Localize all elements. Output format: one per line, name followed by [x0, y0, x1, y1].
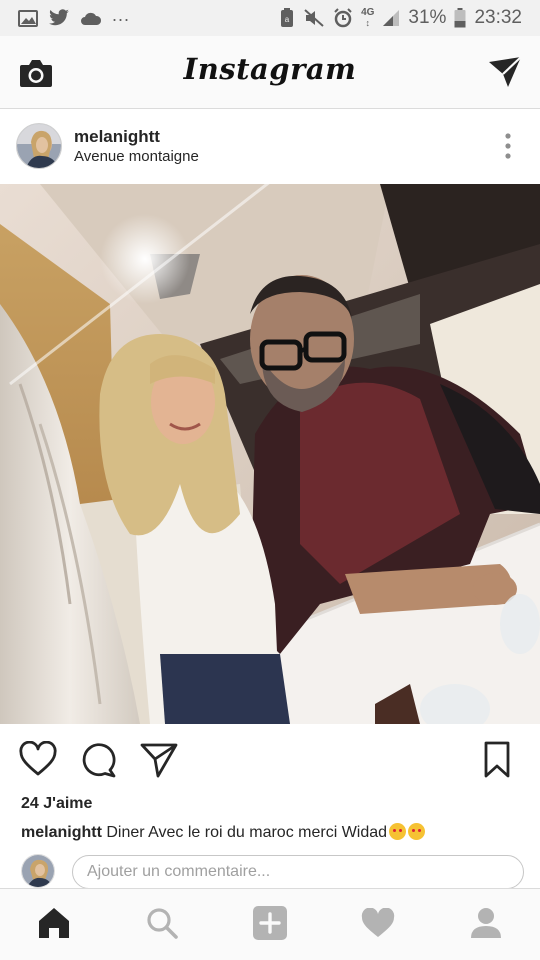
direct-message-icon[interactable]	[488, 56, 522, 88]
nav-activity[interactable]	[358, 905, 398, 941]
activity-heart-icon	[361, 908, 395, 937]
bottom-navigation	[0, 888, 540, 960]
caption-username[interactable]: melanightt	[21, 824, 102, 841]
twitter-icon	[49, 9, 69, 26]
network-type: 4G ↕	[361, 7, 375, 29]
add-comment-row	[0, 852, 540, 890]
avatar[interactable]	[16, 123, 62, 169]
likes-count[interactable]: 24 J'aime	[21, 795, 92, 813]
vibrate-icon: a	[281, 8, 294, 27]
comment-input[interactable]	[72, 855, 524, 889]
commenter-avatar	[21, 854, 55, 888]
caption-text: Diner Avec le roi du maroc merci Widad	[106, 824, 388, 841]
search-icon	[147, 908, 178, 939]
nav-add-post[interactable]	[250, 905, 290, 941]
status-right-icons: a 4G ↕ 31% 23:32	[279, 7, 522, 29]
post-photo[interactable]	[0, 184, 540, 724]
mute-icon	[304, 9, 324, 27]
cloud-icon	[81, 12, 102, 25]
battery-icon	[454, 8, 466, 28]
kissing-emoji-icon	[408, 823, 426, 840]
signal-icon	[383, 10, 400, 26]
gallery-icon	[18, 9, 38, 27]
profile-icon	[471, 908, 501, 938]
share-send-icon[interactable]	[140, 741, 178, 779]
app-logo: Instagram	[183, 52, 357, 86]
post-caption: melanightt Diner Avec le roi du maroc me…	[21, 823, 426, 842]
status-left-icons: ...	[18, 5, 130, 27]
home-icon	[39, 908, 69, 938]
nav-home[interactable]	[34, 905, 74, 941]
post-header: melanightt Avenue montaigne	[0, 110, 540, 184]
kissing-heart-emoji-icon	[389, 823, 407, 840]
nav-profile[interactable]	[466, 905, 506, 941]
more-options-icon[interactable]	[504, 132, 512, 160]
like-heart-icon[interactable]	[19, 741, 57, 779]
svg-text:a: a	[285, 15, 290, 24]
status-overflow: ...	[112, 4, 131, 25]
bookmark-icon[interactable]	[478, 741, 516, 779]
clock: 23:32	[474, 7, 522, 28]
status-bar: ... a 4G ↕ 31% 23:32	[0, 0, 540, 36]
battery-percent: 31%	[408, 7, 447, 28]
nav-search[interactable]	[142, 905, 182, 941]
app-header: Instagram	[0, 36, 540, 109]
add-post-icon	[253, 906, 287, 940]
post-location[interactable]: Avenue montaigne	[74, 148, 199, 165]
comment-bubble-icon[interactable]	[80, 741, 118, 779]
post-username[interactable]: melanightt	[74, 127, 160, 147]
alarm-icon	[334, 8, 352, 28]
post-actions	[0, 735, 540, 785]
